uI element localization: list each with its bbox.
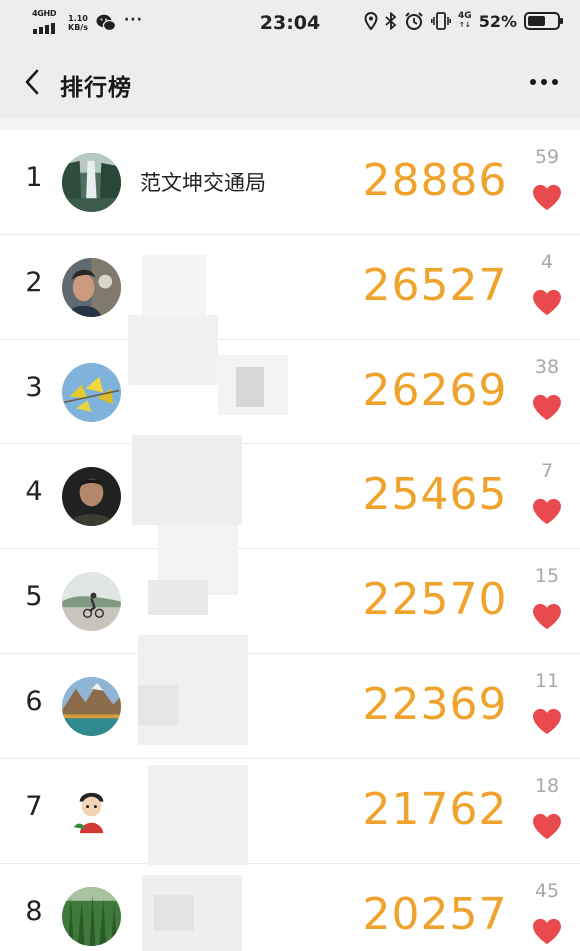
heart-icon[interactable] <box>532 289 562 316</box>
screen: 4GHD 1.10 KB/s ··· 23:04 4G ↑↓ 52% 排行榜 1… <box>0 0 580 951</box>
heart-icon[interactable] <box>532 394 562 421</box>
rank-number: 8 <box>25 895 43 927</box>
battery-percent: 52% <box>478 11 517 31</box>
rank-number: 2 <box>25 266 43 298</box>
cartoon-avatar-image <box>62 781 121 841</box>
heart-icon[interactable] <box>532 918 562 945</box>
like-count: 4 <box>540 250 554 273</box>
waterfall-avatar-image <box>62 153 121 212</box>
more-icon-dot <box>530 79 536 85</box>
like-count: 38 <box>534 355 560 378</box>
mountain-lake-avatar-image <box>62 676 121 736</box>
user-name: 范文坤交通局 <box>140 171 266 195</box>
avatar[interactable] <box>62 153 121 212</box>
navigation-bar: 排行榜 <box>0 46 580 118</box>
heart-icon[interactable] <box>532 184 562 211</box>
avatar[interactable] <box>62 572 121 632</box>
plants-avatar-image <box>62 886 121 946</box>
heart-icon[interactable] <box>532 813 562 840</box>
ranking-row[interactable]: 7 21762 18 <box>0 759 580 864</box>
ranking-list: 1 范文坤交通局 28886 59 2 26527 4 3 26269 38 4… <box>0 130 580 951</box>
avatar[interactable] <box>62 467 121 527</box>
cell-type: 4G <box>458 11 472 21</box>
person-avatar-image <box>62 257 121 317</box>
step-count: 26527 <box>362 259 508 311</box>
like-count: 11 <box>534 669 560 692</box>
like-count: 59 <box>534 146 560 168</box>
more-icon-dot <box>552 79 558 85</box>
rank-number: 3 <box>25 371 43 403</box>
rank-number: 1 <box>25 162 43 193</box>
more-icon-dot <box>541 79 547 85</box>
step-count: 20257 <box>362 888 508 940</box>
ranking-row[interactable]: 4 25465 7 <box>0 444 580 550</box>
chevron-left-icon <box>25 69 39 95</box>
bluetooth-icon <box>385 12 397 30</box>
page-title: 排行榜 <box>60 75 132 101</box>
heart-icon[interactable] <box>532 603 562 630</box>
step-count: 25465 <box>362 469 508 521</box>
step-count: 22369 <box>362 678 508 730</box>
man-avatar-image <box>62 467 121 527</box>
like-count: 18 <box>534 774 560 797</box>
rank-number: 4 <box>25 476 43 508</box>
alarm-icon <box>405 12 423 30</box>
avatar[interactable] <box>62 886 121 946</box>
rank-number: 6 <box>25 685 43 717</box>
cellular-indicator: 4G ↑↓ <box>458 11 472 30</box>
status-bar: 4GHD 1.10 KB/s ··· 23:04 4G ↑↓ 52% <box>0 0 580 46</box>
heart-icon[interactable] <box>532 708 562 735</box>
rank-number: 7 <box>25 790 43 822</box>
location-icon <box>364 12 378 30</box>
more-button[interactable] <box>522 64 566 100</box>
vibrate-icon <box>431 12 452 30</box>
heart-icon[interactable] <box>532 498 562 525</box>
like-count: 15 <box>534 565 560 588</box>
back-button[interactable] <box>14 64 50 100</box>
avatar[interactable] <box>62 362 121 422</box>
cyclist-avatar-image <box>62 572 121 632</box>
ranking-row[interactable]: 1 范文坤交通局 28886 59 <box>0 130 580 235</box>
step-count: 28886 <box>362 155 508 206</box>
ranking-row[interactable]: 2 26527 4 <box>0 235 580 340</box>
like-count: 7 <box>540 460 554 483</box>
ranking-row[interactable]: 6 22369 11 <box>0 654 580 759</box>
rank-number: 5 <box>25 581 43 613</box>
battery-icon <box>524 12 563 30</box>
like-count: 45 <box>534 879 560 902</box>
step-count: 22570 <box>362 574 508 626</box>
ranking-row[interactable]: 5 22570 15 <box>0 549 580 654</box>
step-count: 26269 <box>362 364 508 416</box>
ranking-row[interactable]: 8 20257 45 <box>0 864 580 951</box>
avatar[interactable] <box>62 676 121 736</box>
step-count: 21762 <box>362 783 508 835</box>
ranking-row[interactable]: 3 26269 38 <box>0 340 580 445</box>
ginkgo-avatar-image <box>62 362 121 422</box>
avatar[interactable] <box>62 257 121 317</box>
avatar[interactable] <box>62 781 121 841</box>
